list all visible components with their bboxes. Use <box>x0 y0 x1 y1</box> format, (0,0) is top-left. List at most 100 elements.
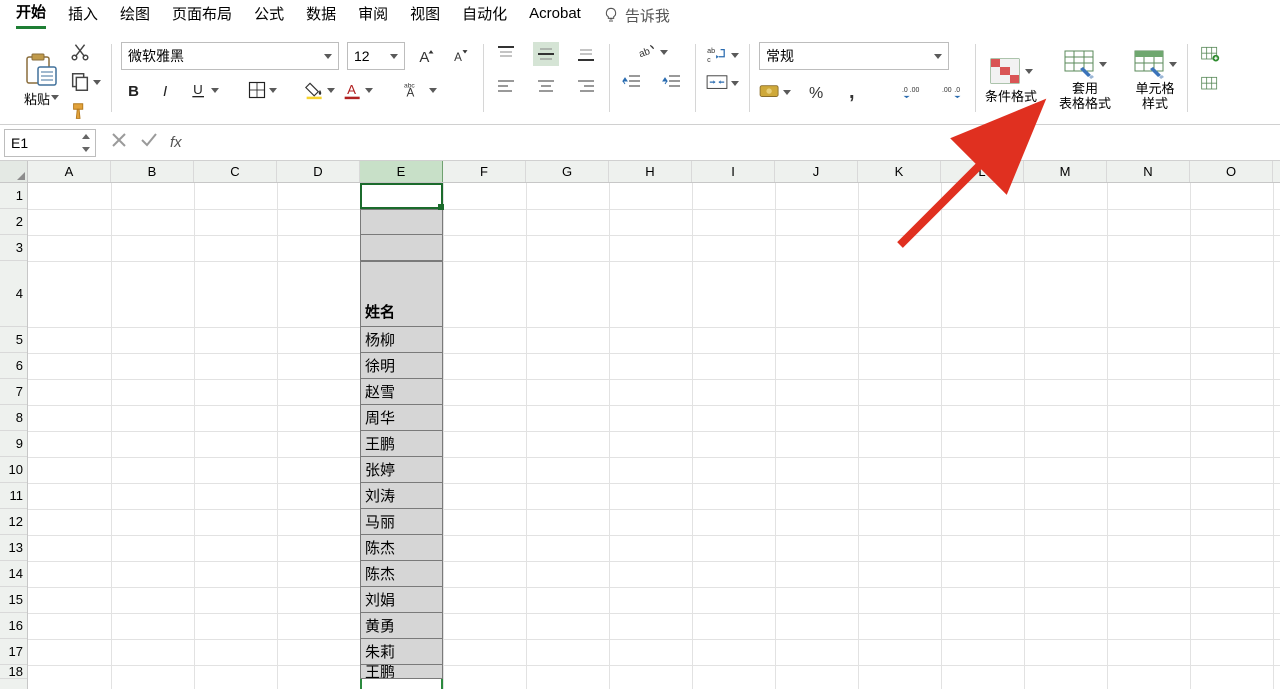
col-header-M[interactable]: M <box>1024 161 1107 182</box>
name-box-spinner[interactable] <box>79 130 93 156</box>
increase-indent-button[interactable] <box>659 70 685 94</box>
delete-cells-button[interactable] <box>1197 72 1223 96</box>
col-header-E[interactable]: E <box>360 161 443 182</box>
row-header[interactable]: 17 <box>0 639 27 665</box>
merge-button[interactable] <box>705 74 739 92</box>
align-center-button[interactable] <box>533 74 559 98</box>
wrap-text-button[interactable]: abc <box>705 46 739 64</box>
row-header[interactable]: 6 <box>0 353 27 379</box>
align-left-button[interactable] <box>493 74 519 98</box>
phonetic-button[interactable]: abcA <box>401 80 437 100</box>
decrease-indent-button[interactable] <box>619 70 645 94</box>
row-header[interactable]: 7 <box>0 379 27 405</box>
bold-button[interactable]: B <box>121 78 147 102</box>
cell[interactable]: 陈杰 <box>360 535 443 561</box>
col-header-H[interactable]: H <box>609 161 692 182</box>
col-header-O[interactable]: O <box>1190 161 1273 182</box>
row-header[interactable]: 18 <box>0 665 27 679</box>
percent-button[interactable]: % <box>805 80 831 104</box>
tab-view[interactable]: 视图 <box>410 3 440 28</box>
cell[interactable]: 王鹏 <box>360 665 443 679</box>
number-format-select[interactable]: 常规 <box>759 42 949 70</box>
cell[interactable]: 周华 <box>360 405 443 431</box>
tab-acrobat[interactable]: Acrobat <box>529 5 581 26</box>
name-box[interactable]: E1 <box>4 129 96 157</box>
col-header-N[interactable]: N <box>1107 161 1190 182</box>
paste-button[interactable]: 粘贴 <box>14 53 69 108</box>
grow-font-button[interactable]: A <box>413 44 439 68</box>
tab-insert[interactable]: 插入 <box>68 3 98 28</box>
row-header[interactable]: 1 <box>0 183 27 209</box>
fill-color-button[interactable] <box>305 80 335 100</box>
row-header[interactable]: 2 <box>0 209 27 235</box>
italic-button[interactable]: I <box>155 78 181 102</box>
copy-button[interactable] <box>69 71 101 93</box>
currency-button[interactable] <box>759 83 791 101</box>
col-header-G[interactable]: G <box>526 161 609 182</box>
cell[interactable] <box>360 209 443 235</box>
col-header-J[interactable]: J <box>775 161 858 182</box>
row-header[interactable]: 5 <box>0 327 27 353</box>
row-header[interactable]: 3 <box>0 235 27 261</box>
borders-button[interactable] <box>247 80 277 100</box>
cell[interactable]: 杨柳 <box>360 327 443 353</box>
conditional-formatting-button[interactable]: 条件格式 <box>985 57 1037 104</box>
fx-label[interactable]: fx <box>170 134 182 151</box>
cell[interactable]: 刘娟 <box>360 587 443 613</box>
cell[interactable] <box>360 235 443 261</box>
row-header[interactable]: 15 <box>0 587 27 613</box>
cell[interactable]: 刘涛 <box>360 483 443 509</box>
tab-review[interactable]: 审阅 <box>358 3 388 28</box>
active-cell[interactable] <box>360 183 443 209</box>
cells[interactable]: 姓名 杨柳 徐明 赵雪 周华 王鹏 张婷 刘涛 马丽 陈杰 陈杰 刘娟 黄勇 朱… <box>28 183 1280 689</box>
tell-me[interactable]: 告诉我 <box>603 5 670 26</box>
tab-automation[interactable]: 自动化 <box>462 3 507 28</box>
cut-button[interactable] <box>69 41 91 63</box>
font-size-select[interactable]: 12 <box>347 42 405 70</box>
align-right-button[interactable] <box>573 74 599 98</box>
row-header[interactable]: 11 <box>0 483 27 509</box>
col-header-F[interactable]: F <box>443 161 526 182</box>
comma-button[interactable]: , <box>845 80 865 104</box>
col-header-A[interactable]: A <box>28 161 111 182</box>
fill-handle[interactable] <box>438 204 444 210</box>
cancel-formula-button[interactable] <box>110 131 128 154</box>
cell[interactable]: 王鹏 <box>360 431 443 457</box>
underline-button[interactable]: U <box>189 80 219 100</box>
enter-formula-button[interactable] <box>140 131 158 154</box>
shrink-font-button[interactable]: A <box>447 44 473 68</box>
col-header-K[interactable]: K <box>858 161 941 182</box>
row-header[interactable]: 16 <box>0 613 27 639</box>
select-all-corner[interactable] <box>0 161 28 182</box>
cell-styles-button[interactable]: 单元格样式 <box>1133 49 1177 111</box>
insert-cells-button[interactable] <box>1197 42 1223 66</box>
format-as-table-button[interactable]: 套用表格格式 <box>1059 49 1111 111</box>
row-header[interactable]: 12 <box>0 509 27 535</box>
col-header-I[interactable]: I <box>692 161 775 182</box>
align-top-button[interactable] <box>493 42 519 66</box>
row-header[interactable]: 13 <box>0 535 27 561</box>
cell[interactable]: 朱莉 <box>360 639 443 665</box>
tab-draw[interactable]: 绘图 <box>120 3 150 28</box>
tab-home[interactable]: 开始 <box>16 1 46 29</box>
grid[interactable]: 1 2 3 4 5 6 7 8 9 10 11 12 13 14 15 16 1… <box>0 183 1280 689</box>
row-header[interactable]: 9 <box>0 431 27 457</box>
row-header[interactable]: 14 <box>0 561 27 587</box>
font-name-select[interactable]: 微软雅黑 <box>121 42 339 70</box>
increase-decimal-button[interactable]: .0.00 <box>899 80 925 104</box>
tab-formulas[interactable]: 公式 <box>254 3 284 28</box>
cell[interactable]: 陈杰 <box>360 561 443 587</box>
col-header-L[interactable]: L <box>941 161 1024 182</box>
orientation-button[interactable]: ab <box>636 42 668 62</box>
align-bottom-button[interactable] <box>573 42 599 66</box>
tab-data[interactable]: 数据 <box>306 3 336 28</box>
format-painter-button[interactable] <box>69 101 91 123</box>
align-middle-button[interactable] <box>533 42 559 66</box>
tab-page-layout[interactable]: 页面布局 <box>172 3 232 28</box>
column-header-cell[interactable]: 姓名 <box>360 261 443 327</box>
col-header-D[interactable]: D <box>277 161 360 182</box>
cell[interactable]: 马丽 <box>360 509 443 535</box>
row-header[interactable]: 10 <box>0 457 27 483</box>
decrease-decimal-button[interactable]: .00.0 <box>939 80 965 104</box>
cell[interactable]: 徐明 <box>360 353 443 379</box>
